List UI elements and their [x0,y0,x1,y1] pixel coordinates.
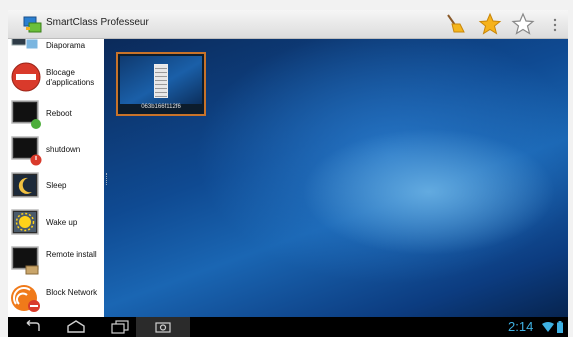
sidebar-item-blocage[interactable]: Blocage d'applications [8,59,104,95]
sleep-icon [11,172,39,198]
thumbnail-label: 063b166f112f6 [141,104,181,110]
screenshot-button[interactable] [136,317,190,337]
sidebar-item-diaporama[interactable]: Diaporama [8,39,104,53]
star-filled-icon[interactable] [478,12,502,36]
reboot-icon [11,100,41,129]
wifi-icon [542,322,554,332]
sidebar-item-sleep[interactable]: Sleep [8,168,104,204]
thumbnail-screen-preview [120,56,202,104]
overflow-menu-icon[interactable] [551,18,559,32]
slideshow-icon [11,39,39,50]
sidebar-item-label: Sleep [46,181,67,190]
system-navigation-bar: 2:14 [8,317,568,337]
wake-up-icon [11,209,39,235]
recent-apps-icon[interactable] [111,320,129,334]
status-clock: 2:14 [508,319,534,334]
app-title: SmartClass Professeur [46,17,149,28]
back-icon[interactable] [23,320,43,334]
sidebar-item-label: shutdown [46,145,81,154]
sidebar-item-label: Blocage d'applications [46,68,95,87]
sidebar-item-label: Diaporama [46,41,86,50]
computer-tower-icon [154,64,168,98]
desktop-area[interactable]: 063b166f112f6 [104,39,568,317]
sidebar-item-label: Remote install [46,250,97,259]
sidebar-item-label: Wake up [46,218,78,227]
remote-install-icon [11,246,39,275]
app-bar: SmartClass Professeur [8,10,568,39]
action-sidebar: Diaporama Blocage d'applications Reboot [8,39,104,317]
sidebar-drag-handle[interactable] [106,173,110,185]
sidebar-item-shutdown[interactable]: shutdown [8,132,104,168]
tablet-screen: SmartClass Professeur Diaporama Blocage … [0,0,573,337]
sidebar-item-wake-up[interactable]: Wake up [8,205,104,241]
sidebar-item-label: Block Network [46,288,98,297]
block-network-icon [11,285,40,312]
block-apps-icon [11,62,41,92]
battery-icon [557,321,563,333]
broom-icon[interactable] [442,12,466,36]
sidebar-item-block-network[interactable]: Block Network [8,280,104,316]
sidebar-item-remote-install[interactable]: Remote install [8,242,104,278]
smartclass-logo-icon [23,16,42,33]
sidebar-item-reboot[interactable]: Reboot [8,96,104,132]
shutdown-icon [11,136,42,166]
sidebar-item-label: Reboot [46,109,72,118]
star-outline-icon[interactable] [511,12,535,36]
student-screen-thumbnail[interactable]: 063b166f112f6 [116,52,206,116]
camera-icon [155,322,171,333]
home-icon[interactable] [65,320,87,334]
